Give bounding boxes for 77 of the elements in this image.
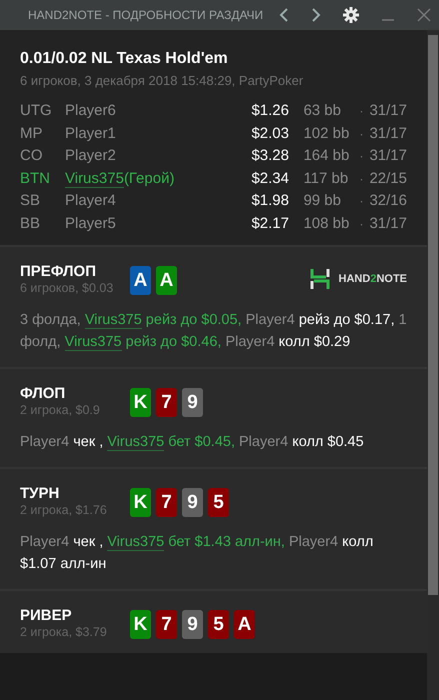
playing-card: 7: [156, 610, 177, 639]
player-name: Player5: [65, 214, 116, 232]
player-stats: 31/17: [369, 146, 407, 166]
logo-icon: [310, 268, 330, 290]
separator-dot: ·: [359, 103, 364, 120]
stack-amount: $2.17: [251, 214, 290, 234]
player-link[interactable]: Virus375: [107, 534, 164, 551]
scroll-thumb[interactable]: [428, 35, 438, 595]
playing-card: 7: [156, 388, 177, 417]
playing-card: A: [130, 266, 151, 295]
player-name: Player4: [65, 192, 116, 209]
playing-card: K: [130, 488, 151, 517]
hand-title: 0.01/0.02 NL Texas Hold'em: [20, 50, 229, 68]
separator-dot: ·: [359, 216, 364, 232]
player-link[interactable]: Virus375: [84, 312, 142, 329]
stack-amount: $2.34: [251, 168, 290, 188]
playing-card: K: [130, 610, 151, 639]
stack-bb: 108 bb: [303, 214, 350, 234]
previous-icon[interactable]: [279, 8, 289, 22]
playing-card: A: [234, 610, 255, 639]
position-label: BB: [20, 214, 42, 234]
playing-card: K: [130, 388, 151, 417]
playing-card: 9: [182, 388, 203, 417]
position-label: SB: [20, 191, 42, 211]
player-stats: 31/17: [369, 214, 407, 234]
hero-label: (Герой): [124, 170, 174, 186]
player-link[interactable]: Virus375: [107, 434, 164, 451]
player-name[interactable]: Virus375: [65, 170, 124, 188]
player-name: Player2: [65, 147, 116, 164]
player-name: Player6: [65, 102, 116, 119]
stack-bb: 99 bb: [303, 191, 342, 211]
separator-dot: ·: [359, 193, 364, 210]
playing-card: 5: [208, 488, 229, 517]
street-name: ПРЕФЛОП: [20, 263, 97, 280]
street-info: 2 игрока, $1.76: [20, 503, 108, 517]
hand-details: 6 игроков, 3 декабря 2018 15:48:29, PartyPoker: [20, 73, 304, 88]
player-stats: 31/17: [369, 101, 407, 121]
player-link[interactable]: Virus375: [64, 334, 122, 351]
street-name: ТУРН: [20, 485, 60, 502]
position-label: MP: [20, 124, 44, 144]
player-name: Player1: [65, 124, 116, 142]
separator-dot: ·: [359, 126, 364, 142]
stack-amount: $1.98: [251, 191, 290, 211]
playing-card: 9: [182, 610, 203, 639]
stack-bb: 117 bb: [303, 168, 350, 188]
street-name: РИВЕР: [20, 607, 73, 624]
logo-text: HAND2NOTE: [338, 273, 407, 285]
stack-amount: $2.03: [251, 124, 290, 144]
action-log: Player4 чек , Virus375 бет $1.43 алл-ин, Player4 колл $1.07 алл-ин: [20, 533, 374, 574]
separator-dot: ·: [359, 170, 364, 188]
player-stats: 32/16: [369, 191, 407, 211]
playing-card: A: [156, 266, 177, 295]
position-label: UTG: [20, 101, 53, 121]
separator-dot: ·: [359, 148, 364, 165]
settings-icon[interactable]: [343, 7, 359, 23]
street-info: 6 игроков, $0.03: [20, 281, 114, 295]
next-icon[interactable]: [311, 8, 321, 22]
stack-bb: 102 bb: [303, 124, 350, 144]
playing-card: 7: [156, 488, 177, 517]
close-icon[interactable]: [417, 8, 431, 22]
playing-card: 5: [208, 610, 229, 639]
stack-bb: 164 bb: [303, 146, 350, 166]
position-label: BTN: [20, 168, 51, 188]
position-label: CO: [20, 146, 44, 166]
action-log: Player4 чек , Virus375 бет $0.45, Player4 колл $0.45: [20, 433, 365, 453]
scrollbar[interactable]: [427, 30, 439, 700]
street-name: ФЛОП: [20, 385, 66, 402]
street-info: 2 игрока, $0.9: [20, 403, 101, 417]
stack-amount: $3.28: [251, 146, 290, 166]
action-log: 3 фолда, Virus375 рейз до $0.05, Player4 рейз до $0.17, 1 фолд, Virus375 рейз до $0.46, Player4 колл $0.29: [20, 311, 407, 353]
street-info: 2 игрока, $3.79: [20, 625, 108, 639]
window-title: HAND2NOTE - ПОДРОБНОСТИ РАЗДАЧИ: [28, 8, 264, 22]
player-stats: 31/17: [369, 124, 407, 144]
playing-card: 9: [182, 488, 203, 517]
stack-bb: 63 bb: [303, 101, 342, 121]
player-stats: 22/15: [369, 168, 407, 188]
stack-amount: $1.26: [251, 101, 290, 121]
